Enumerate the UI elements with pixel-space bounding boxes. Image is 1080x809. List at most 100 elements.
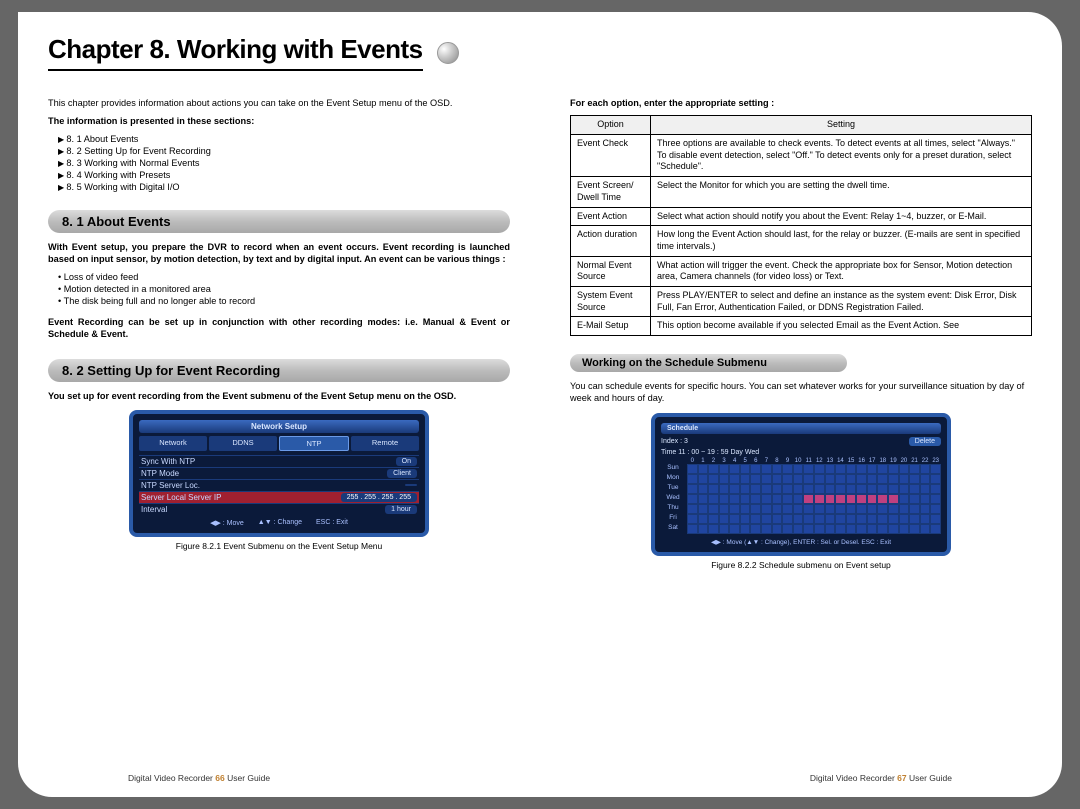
footer-right: Digital Video Recorder 67 User Guide [810,773,952,783]
fig1-tab: NTP [279,436,349,451]
schedule-cell [750,494,761,504]
fig2-delete-button: Delete [909,437,941,446]
toc-item: 8. 3 Working with Normal Events [58,158,510,168]
schedule-cell [888,514,899,524]
schedule-cell [877,514,888,524]
schedule-cell [782,494,793,504]
toc-list: 8. 1 About Events8. 2 Setting Up for Eve… [58,134,510,192]
schedule-cell [856,494,867,504]
table-row: Action durationHow long the Event Action… [571,226,1032,256]
schedule-cell [740,484,751,494]
schedule-cell [750,464,761,474]
s81-paragraph-2: Event Recording can be set up in conjunc… [48,316,510,341]
schedule-cell [761,464,772,474]
schedule-cell [719,484,730,494]
schedule-cell [772,474,783,484]
schedule-cell [846,464,857,474]
schedule-cell [803,504,814,514]
schedule-cell [877,474,888,484]
page: Chapter 8. Working with Events This chap… [18,12,1062,797]
schedule-cell [825,484,836,494]
left-column: This chapter provides information about … [48,91,510,773]
schedule-cell [856,474,867,484]
schedule-cell [909,484,920,494]
schedule-cell [803,474,814,484]
title-underline [48,69,423,71]
schedule-cell [867,514,878,524]
fig2-index: Index : 3 [661,438,688,445]
schedule-cell [930,484,941,494]
schedule-cell [782,504,793,514]
schedule-cell [899,464,910,474]
fig1-row: Sync With NTPOn [139,455,419,467]
bullet-item: Motion detected in a monitored area [58,284,510,294]
schedule-cell [888,504,899,514]
schedule-cell [698,464,709,474]
schedule-cell [740,464,751,474]
schedule-cell [888,524,899,534]
schedule-cell [687,514,698,524]
th-setting: Setting [651,116,1032,135]
schedule-cell [793,474,804,484]
schedule-cell [814,484,825,494]
schedule-cell [899,514,910,524]
schedule-cell [687,474,698,484]
schedule-cell [899,484,910,494]
fig1-rows: Sync With NTPOnNTP ModeClientNTP Server … [139,455,419,515]
schedule-cell [930,524,941,534]
schedule-cell [729,524,740,534]
table-row: Normal Event SourceWhat action will trig… [571,256,1032,286]
schedule-cell [761,524,772,534]
figure-8-2-1: Network Setup NetworkDDNSNTPRemote Sync … [129,410,429,537]
schedule-cell [761,494,772,504]
table-row: Event ActionSelect what action should no… [571,207,1032,226]
table-row: Event CheckThree options are available t… [571,135,1032,177]
figure-8-2-2: Schedule Index : 3 Delete Time 11 : 00 ~… [651,413,951,556]
fig2-time: Time 11 : 00 ~ 19 : 59 Day Wed [661,449,941,456]
schedule-cell [920,494,931,504]
schedule-cell [750,474,761,484]
schedule-cell [708,494,719,504]
schedule-cell [909,464,920,474]
fig2-grid: 01234567891011121314151617181920212223Su… [661,458,941,534]
schedule-cell [719,514,730,524]
schedule-cell [698,474,709,484]
fig1-tab: Network [139,436,207,451]
schedule-cell [877,484,888,494]
fig1-title: Network Setup [139,420,419,433]
schedule-cell [740,494,751,504]
schedule-cell [698,494,709,504]
schedule-cell [867,474,878,484]
schedule-cell [856,514,867,524]
schedule-cell [920,464,931,474]
schedule-cell [899,494,910,504]
schedule-cell [687,464,698,474]
schedule-cell [750,524,761,534]
footer-left: Digital Video Recorder 66 User Guide [128,773,270,783]
schedule-cell [708,474,719,484]
chapter-header: Chapter 8. Working with Events [48,34,1032,71]
schedule-cell [750,504,761,514]
schedule-cell [920,504,931,514]
intro-paragraph: This chapter provides information about … [48,97,510,109]
schedule-cell [750,484,761,494]
schedule-cell [835,484,846,494]
fig1-tab: Remote [351,436,419,451]
schedule-cell [825,464,836,474]
schedule-cell [909,514,920,524]
schedule-cell [772,524,783,534]
schedule-cell [867,504,878,514]
schedule-cell [856,504,867,514]
schedule-cell [698,484,709,494]
schedule-cell [782,514,793,524]
schedule-cell [835,504,846,514]
schedule-cell [803,514,814,524]
schedule-cell [814,474,825,484]
schedule-cell [877,494,888,504]
schedule-cell [740,504,751,514]
schedule-cell [846,494,857,504]
schedule-cell [888,474,899,484]
schedule-cell [835,514,846,524]
table-row: System Event SourcePress PLAY/ENTER to s… [571,286,1032,316]
schedule-cell [687,494,698,504]
